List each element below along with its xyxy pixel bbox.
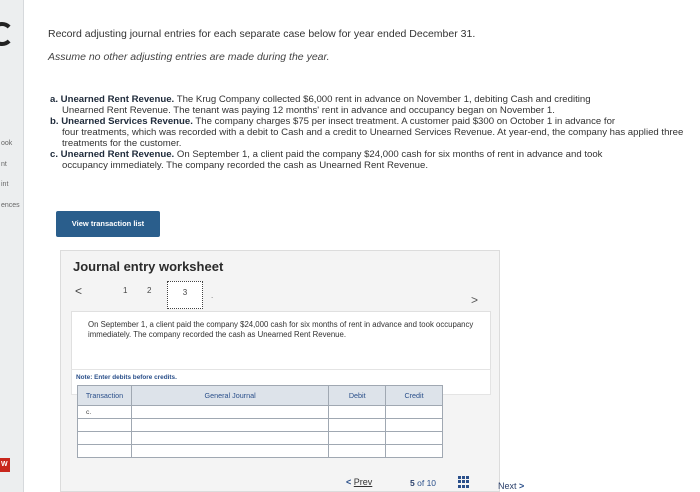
sidebar-item-nt[interactable]: nt <box>1 161 7 168</box>
main-content: Record adjusting journal entries for eac… <box>40 0 700 492</box>
account-cell[interactable] <box>130 405 330 419</box>
table-row <box>77 444 443 458</box>
current-page: 5 <box>410 478 415 488</box>
sidebar-item-int[interactable]: int <box>1 181 8 188</box>
case-item-c: c. Unearned Rent Revenue. On September 1… <box>50 149 690 171</box>
journal-entry-worksheet: Journal entry worksheet < 1 2 3 . > On S… <box>60 250 500 492</box>
worksheet-pager: < 1 2 3 . > <box>71 281 491 309</box>
case-text: The Krug Company collected $6,000 rent i… <box>174 94 591 105</box>
logo-icon <box>0 22 14 46</box>
debit-cell[interactable] <box>328 405 387 419</box>
col-debit: Debit <box>328 385 387 406</box>
case-text-continued: Unearned Rent Revenue. The tenant was pa… <box>62 105 555 116</box>
sidebar-item-ook[interactable]: ook <box>1 140 12 147</box>
page-indicator: 5 of 10 <box>410 478 436 488</box>
case-item-a: a. Unearned Rent Revenue. The Krug Compa… <box>50 94 690 116</box>
pager-page-3[interactable]: 3 <box>167 281 203 309</box>
prev-button[interactable]: < Prev <box>346 477 372 487</box>
chevron-right-icon: > <box>519 481 525 491</box>
case-label: a. Unearned Rent Revenue. <box>50 94 175 105</box>
transaction-cell: c. <box>77 405 132 419</box>
case-text-continued: four treatments, which was recorded with… <box>62 127 684 149</box>
table-row: c. <box>77 405 443 419</box>
account-cell[interactable] <box>130 431 330 445</box>
credit-cell[interactable] <box>385 444 443 458</box>
debit-cell[interactable] <box>328 431 387 445</box>
credit-cell[interactable] <box>385 418 443 432</box>
transaction-cell <box>77 431 132 445</box>
transaction-cell <box>77 418 132 432</box>
debit-cell[interactable] <box>328 444 387 458</box>
case-label: c. Unearned Rent Revenue. <box>50 149 175 160</box>
next-label: Next <box>498 481 517 491</box>
case-text-continued: occupancy immediately. The company recor… <box>62 160 429 171</box>
chevron-right-icon[interactable]: > <box>471 293 478 307</box>
case-label: b. Unearned Services Revenue. <box>50 116 193 127</box>
journal-table: Transaction General Journal Debit Credit… <box>77 385 443 458</box>
chevron-left-icon: < <box>346 477 352 487</box>
table-row <box>77 418 443 432</box>
total-pages: 10 <box>426 478 437 488</box>
credit-cell[interactable] <box>385 405 443 419</box>
transaction-cell <box>77 444 132 458</box>
worksheet-title: Journal entry worksheet <box>73 259 224 274</box>
col-credit: Credit <box>385 385 443 406</box>
chevron-left-icon[interactable]: < <box>75 284 82 298</box>
transaction-description: On September 1, a client paid the compan… <box>71 311 491 373</box>
prev-label: Prev <box>353 477 373 487</box>
sidebar-item-ences[interactable]: ences <box>1 202 20 209</box>
pager-page-2[interactable]: 2 <box>147 286 151 295</box>
account-cell[interactable] <box>130 444 330 458</box>
brand-badge: W <box>0 458 10 472</box>
case-item-b: b. Unearned Services Revenue. The compan… <box>50 116 690 149</box>
table-row <box>77 431 443 445</box>
assumption-text: Assume no other adjusting entries are ma… <box>48 51 330 63</box>
case-list: a. Unearned Rent Revenue. The Krug Compa… <box>50 94 690 171</box>
pager-page-1[interactable]: 1 <box>123 286 127 295</box>
view-transaction-list-button[interactable]: View transaction list <box>56 211 160 237</box>
col-general-journal: General Journal <box>130 385 330 406</box>
page-of: of <box>417 478 425 488</box>
left-sidebar: ook nt int ences W <box>0 0 24 492</box>
case-text: On September 1, a client paid the compan… <box>174 149 603 160</box>
credit-cell[interactable] <box>385 431 443 445</box>
pager-dot: . <box>211 291 214 300</box>
next-button[interactable]: Next > <box>498 481 524 491</box>
account-cell[interactable] <box>130 418 330 432</box>
grid-icon[interactable] <box>458 476 470 488</box>
debit-cell[interactable] <box>328 418 387 432</box>
col-transaction: Transaction <box>77 385 132 406</box>
case-text: The company charges $75 per insect treat… <box>192 116 616 127</box>
instructions-text: Record adjusting journal entries for eac… <box>48 28 476 40</box>
